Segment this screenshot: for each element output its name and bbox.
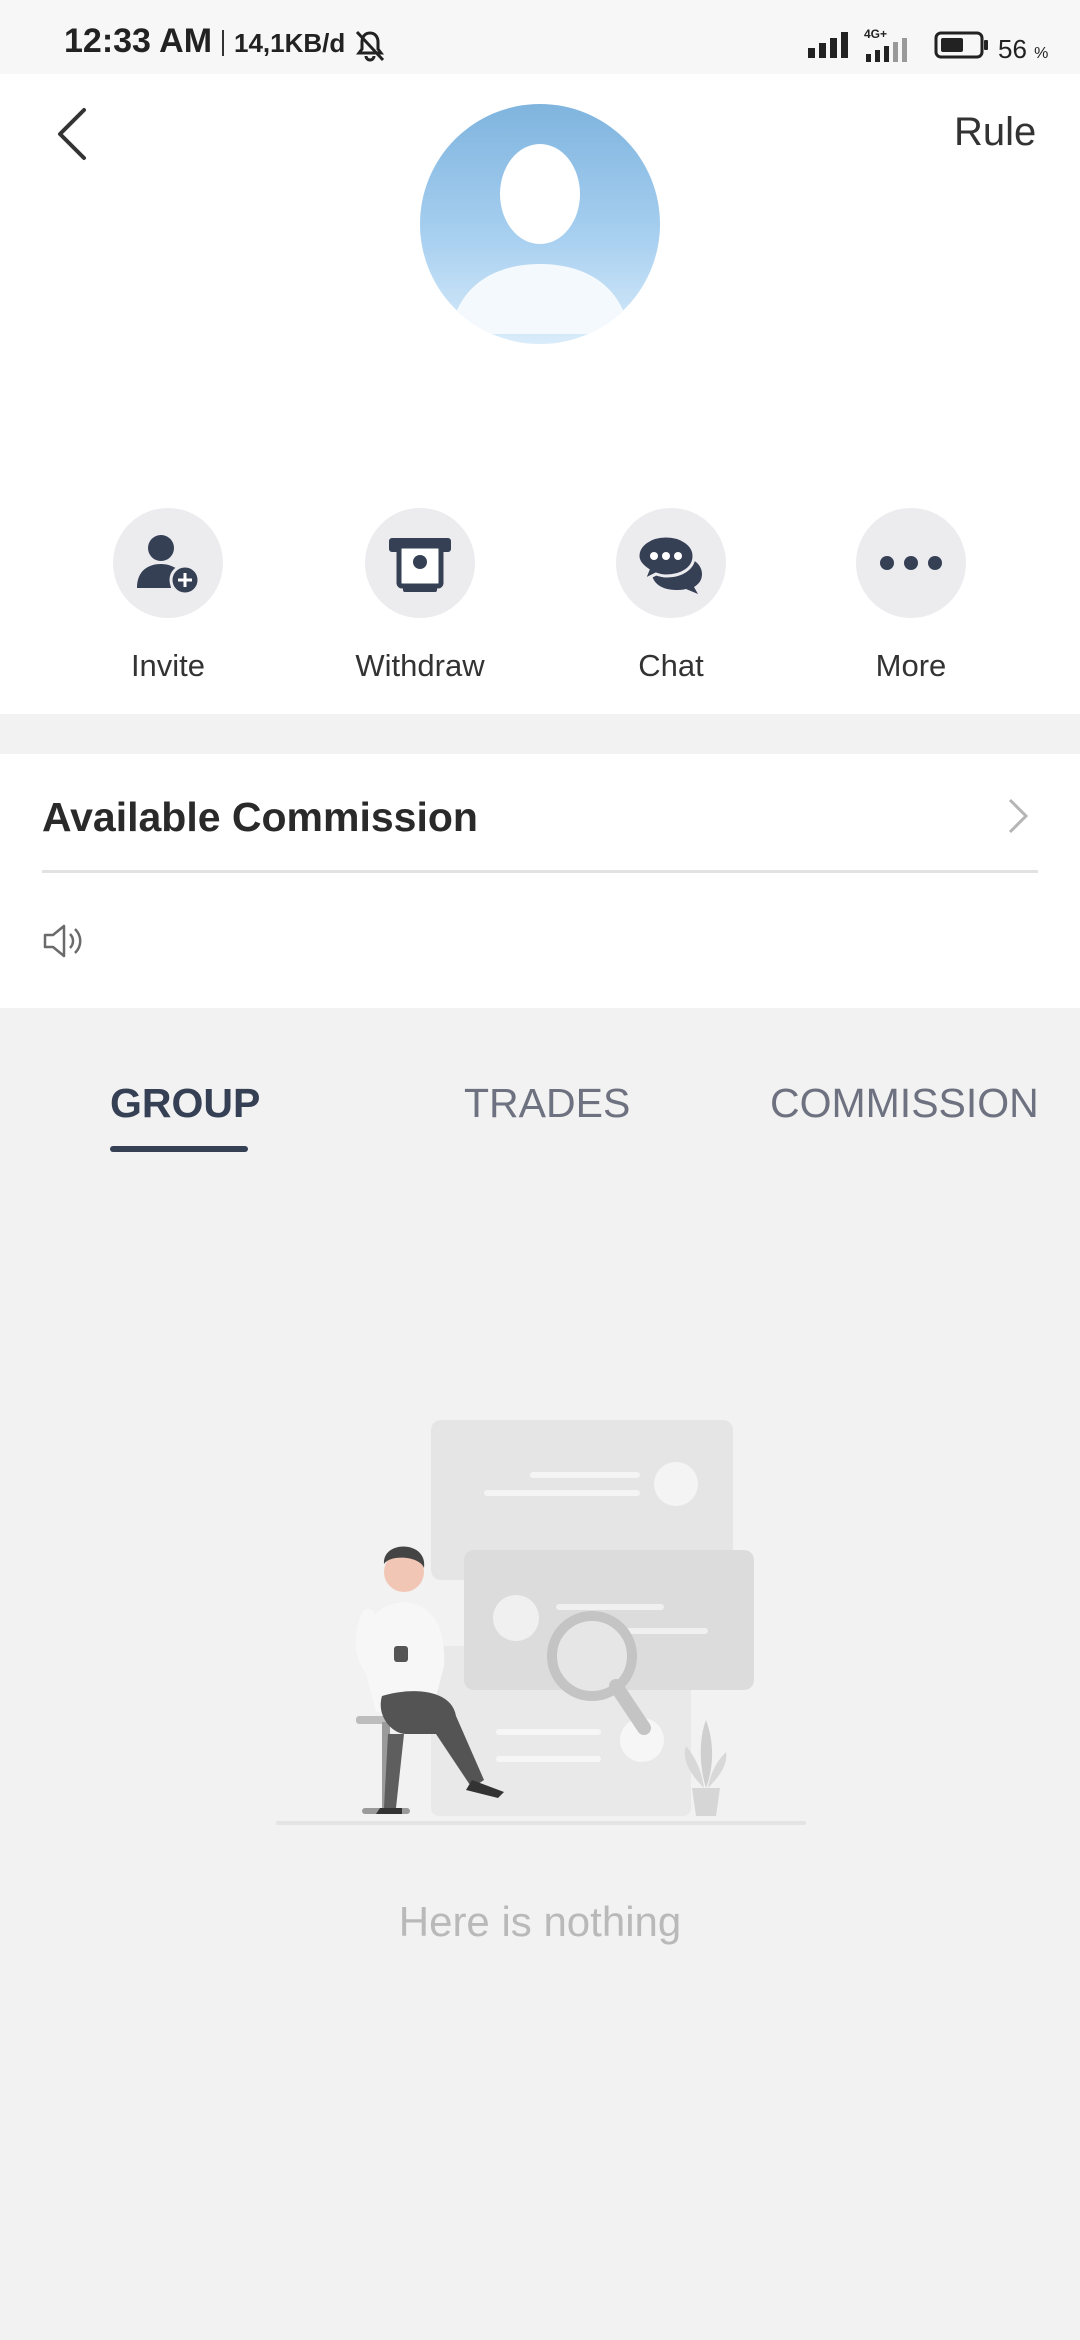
user-silhouette-icon — [450, 144, 630, 334]
battery-percentage: 56 % — [998, 34, 1049, 64]
more-dots-icon — [880, 556, 942, 570]
empty-state-illustration — [276, 1420, 806, 1825]
commission-card[interactable] — [0, 754, 1080, 1008]
invite-label: Invite — [130, 648, 206, 683]
divider — [42, 870, 1038, 873]
mobile-data-icon: 4G+ — [864, 27, 907, 62]
empty-state-text: Here is nothing — [398, 1898, 682, 1945]
speaker-icon — [43, 924, 82, 958]
invite-icon-circle — [113, 508, 223, 618]
invite-button[interactable]: Invite — [88, 508, 248, 684]
network-type-label: 4G+ — [864, 27, 887, 41]
bell-muted-icon — [355, 30, 385, 62]
chat-label: Chat — [638, 648, 704, 683]
chat-icon-circle — [616, 508, 726, 618]
withdraw-button[interactable]: Withdraw — [340, 508, 500, 684]
status-network-speed: 14,1KB/d — [234, 28, 346, 58]
chevron-left-icon[interactable] — [52, 104, 92, 164]
available-commission-title[interactable]: Available Commission — [42, 794, 478, 841]
more-button[interactable]: More — [831, 508, 991, 684]
status-time: 12:33 AM — [64, 22, 213, 60]
battery-icon — [934, 31, 988, 59]
chat-button[interactable]: Chat — [591, 508, 751, 684]
withdraw-label: Withdraw — [355, 648, 485, 683]
withdraw-icon-circle — [365, 508, 475, 618]
tab-group[interactable]: GROUP — [110, 1080, 260, 1127]
rule-link[interactable]: Rule — [954, 110, 1036, 155]
chat-bubbles-icon — [636, 534, 702, 594]
atm-withdraw-icon — [389, 538, 451, 592]
tab-commission[interactable]: COMMISSION — [770, 1080, 1039, 1127]
more-icon-circle — [856, 508, 966, 618]
add-user-icon — [137, 535, 201, 596]
chevron-right-icon[interactable] — [1006, 796, 1030, 836]
more-label: More — [875, 648, 947, 683]
avatar[interactable] — [420, 104, 660, 344]
status-separator — [222, 30, 224, 56]
tab-trades[interactable]: TRADES — [464, 1080, 630, 1127]
active-tab-indicator — [110, 1146, 248, 1152]
signal-icon — [808, 32, 848, 58]
